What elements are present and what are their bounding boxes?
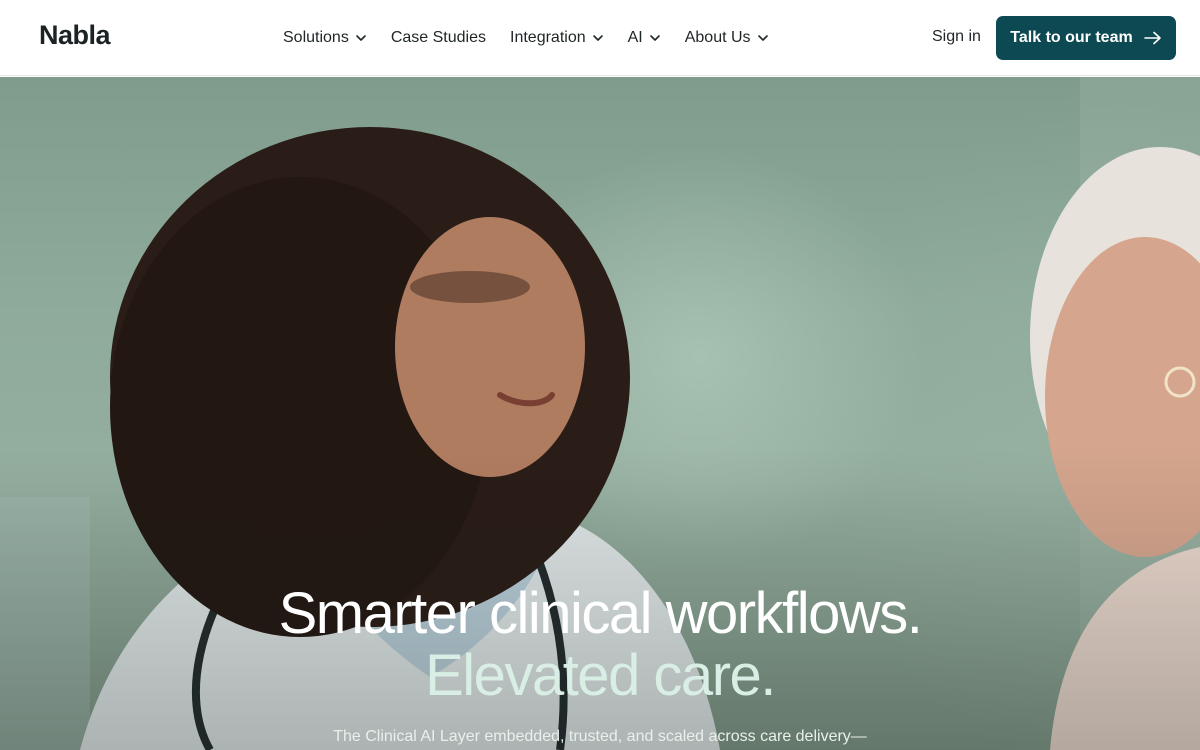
nav-item-ai[interactable]: AI [628,29,661,47]
nabla-logo[interactable]: Nabla [39,20,111,51]
nav-item-label: AI [627,29,643,46]
hero-section: Smarter clinical workflows. Elevated car… [0,77,1200,750]
headline-line-1: Smarter clinical workflows. [278,581,923,646]
nav-item-integration[interactable]: Integration [510,29,604,47]
talk-to-team-button[interactable]: Talk to our team [996,16,1176,60]
chevron-down-icon [592,35,603,41]
nav-item-about-us[interactable]: About Us [685,29,769,47]
cta-label: Talk to our team [1010,29,1133,46]
nav-item-label: Integration [510,29,586,46]
hero-headline: Smarter clinical workflows. Elevated car… [0,583,1200,707]
nav-item-solutions[interactable]: Solutions [283,29,367,47]
nav-item-label: About Us [684,29,751,46]
nav-item-label: Case Studies [390,29,486,46]
chevron-down-icon [356,35,366,41]
nav-item-case-studies[interactable]: Case Studies [391,29,486,47]
chevron-down-icon [757,35,768,41]
main-nav: Solutions Case Studies Integration AI Ab… [283,26,793,50]
headline-line-2: Elevated care. [425,643,776,708]
hero-subheadline: The Clinical AI Layer embedded, trusted,… [333,728,867,745]
chevron-down-icon [649,35,660,41]
nav-item-label: Solutions [283,29,349,46]
sign-in-link[interactable]: Sign in [932,28,981,46]
site-header: Nabla Solutions Case Studies Integration… [0,0,1200,76]
arrow-right-icon [1143,31,1161,45]
